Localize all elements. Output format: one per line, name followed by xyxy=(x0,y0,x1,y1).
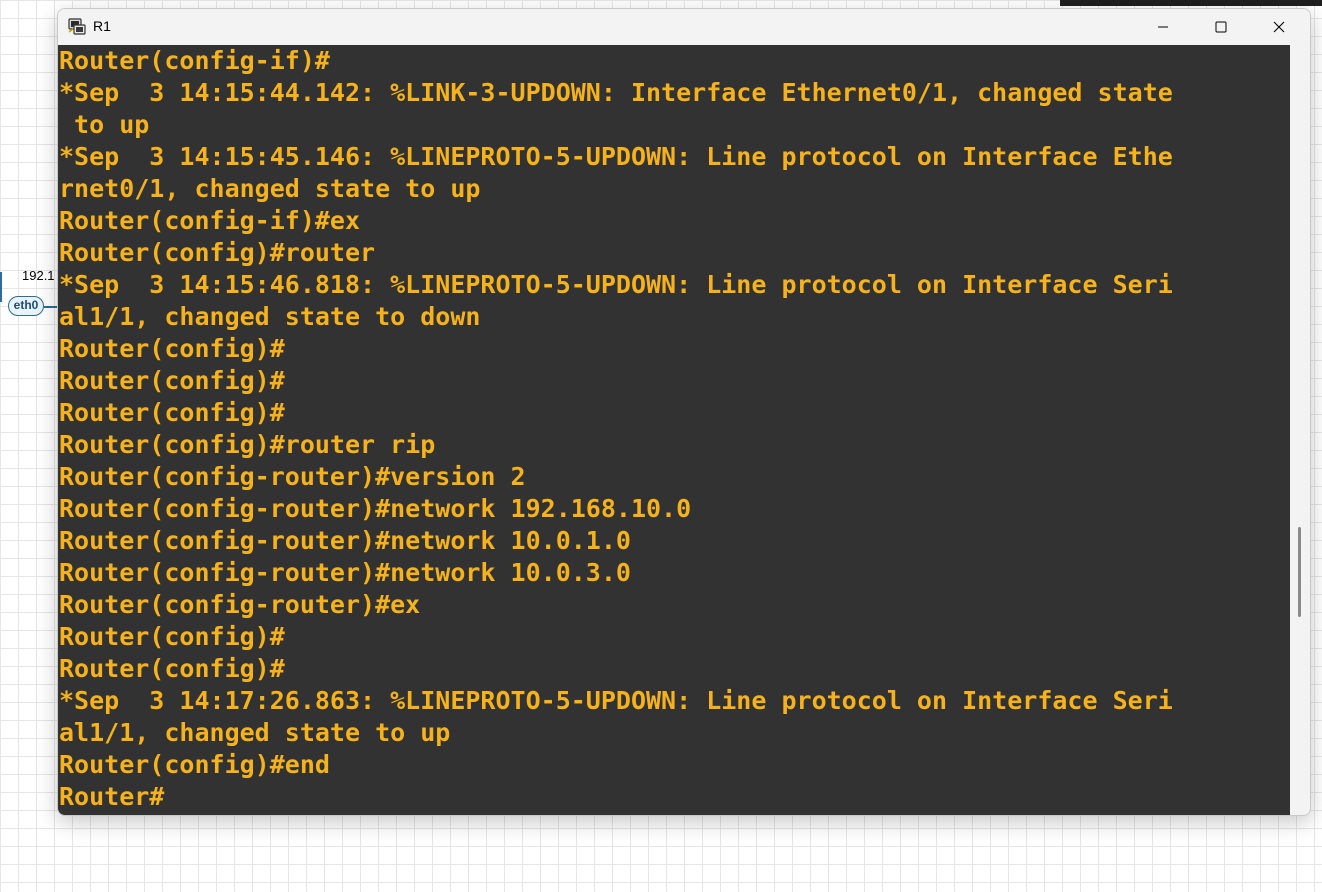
terminal-line: Router(config-router)#network 192.168.10… xyxy=(59,494,692,523)
terminal-line: rnet0/1, changed state to up xyxy=(59,174,481,203)
terminal-line: Router(config-router)#version 2 xyxy=(59,462,526,491)
topology-node-fragment: 192.1 eth0 xyxy=(0,260,60,330)
minimize-icon xyxy=(1158,26,1168,27)
terminal-window: R1 Router(config-if)# *Sep 3 14:15:44.142… xyxy=(57,8,1311,816)
terminal-line: Router(config)# xyxy=(59,622,285,651)
topology-link-line xyxy=(0,272,2,302)
terminal-line: Router# xyxy=(59,782,165,811)
minimize-button[interactable] xyxy=(1134,9,1192,44)
terminal-app-icon xyxy=(67,16,87,36)
terminal-line: *Sep 3 14:15:44.142: %LINK-3-UPDOWN: Int… xyxy=(59,78,1173,107)
terminal-line: *Sep 3 14:17:26.863: %LINEPROTO-5-UPDOWN… xyxy=(59,686,1173,715)
node-ip-label: 192.1 xyxy=(22,268,55,283)
terminal-line: to up xyxy=(59,110,150,139)
terminal-line: Router(config)# xyxy=(59,334,285,363)
close-icon xyxy=(1273,21,1285,32)
terminal-line: Router(config)# xyxy=(59,398,285,427)
terminal-line: Router(config)# xyxy=(59,654,285,683)
window-titlebar[interactable]: R1 xyxy=(58,9,1310,44)
terminal-line: *Sep 3 14:15:46.818: %LINEPROTO-5-UPDOWN… xyxy=(59,270,1173,299)
terminal-line: Router(config-if)# xyxy=(59,46,330,75)
terminal-line: Router(config)#router xyxy=(59,238,376,267)
maximize-button[interactable] xyxy=(1192,9,1250,44)
terminal-line: Router(config)#end xyxy=(59,750,330,779)
window-title: R1 xyxy=(93,18,111,34)
terminal-line: Router(config)# xyxy=(59,366,285,395)
terminal-line: Router(config-router)#ex xyxy=(59,590,421,619)
terminal-line: al1/1, changed state to up xyxy=(59,718,451,747)
interface-label-eth0[interactable]: eth0 xyxy=(8,296,44,316)
close-button[interactable] xyxy=(1250,9,1308,44)
scrollbar-thumb[interactable] xyxy=(1298,527,1301,617)
background-dark-bar xyxy=(1060,0,1322,6)
terminal-line: Router(config-router)#network 10.0.3.0 xyxy=(59,558,631,587)
maximize-icon xyxy=(1215,21,1227,32)
terminal-output: Router(config-if)# *Sep 3 14:15:44.142: %… xyxy=(58,45,1290,813)
terminal-line: Router(config)#router rip xyxy=(59,430,436,459)
terminal-line: Router(config-if)#ex xyxy=(59,206,361,235)
terminal-line: Router(config-router)#network 10.0.1.0 xyxy=(59,526,631,555)
terminal-line: al1/1, changed state to down xyxy=(59,302,481,331)
terminal-line: *Sep 3 14:15:45.146: %LINEPROTO-5-UPDOWN… xyxy=(59,142,1173,171)
terminal-console[interactable]: Router(config-if)# *Sep 3 14:15:44.142: %… xyxy=(58,45,1290,815)
terminal-scrollbar[interactable] xyxy=(1290,45,1310,815)
